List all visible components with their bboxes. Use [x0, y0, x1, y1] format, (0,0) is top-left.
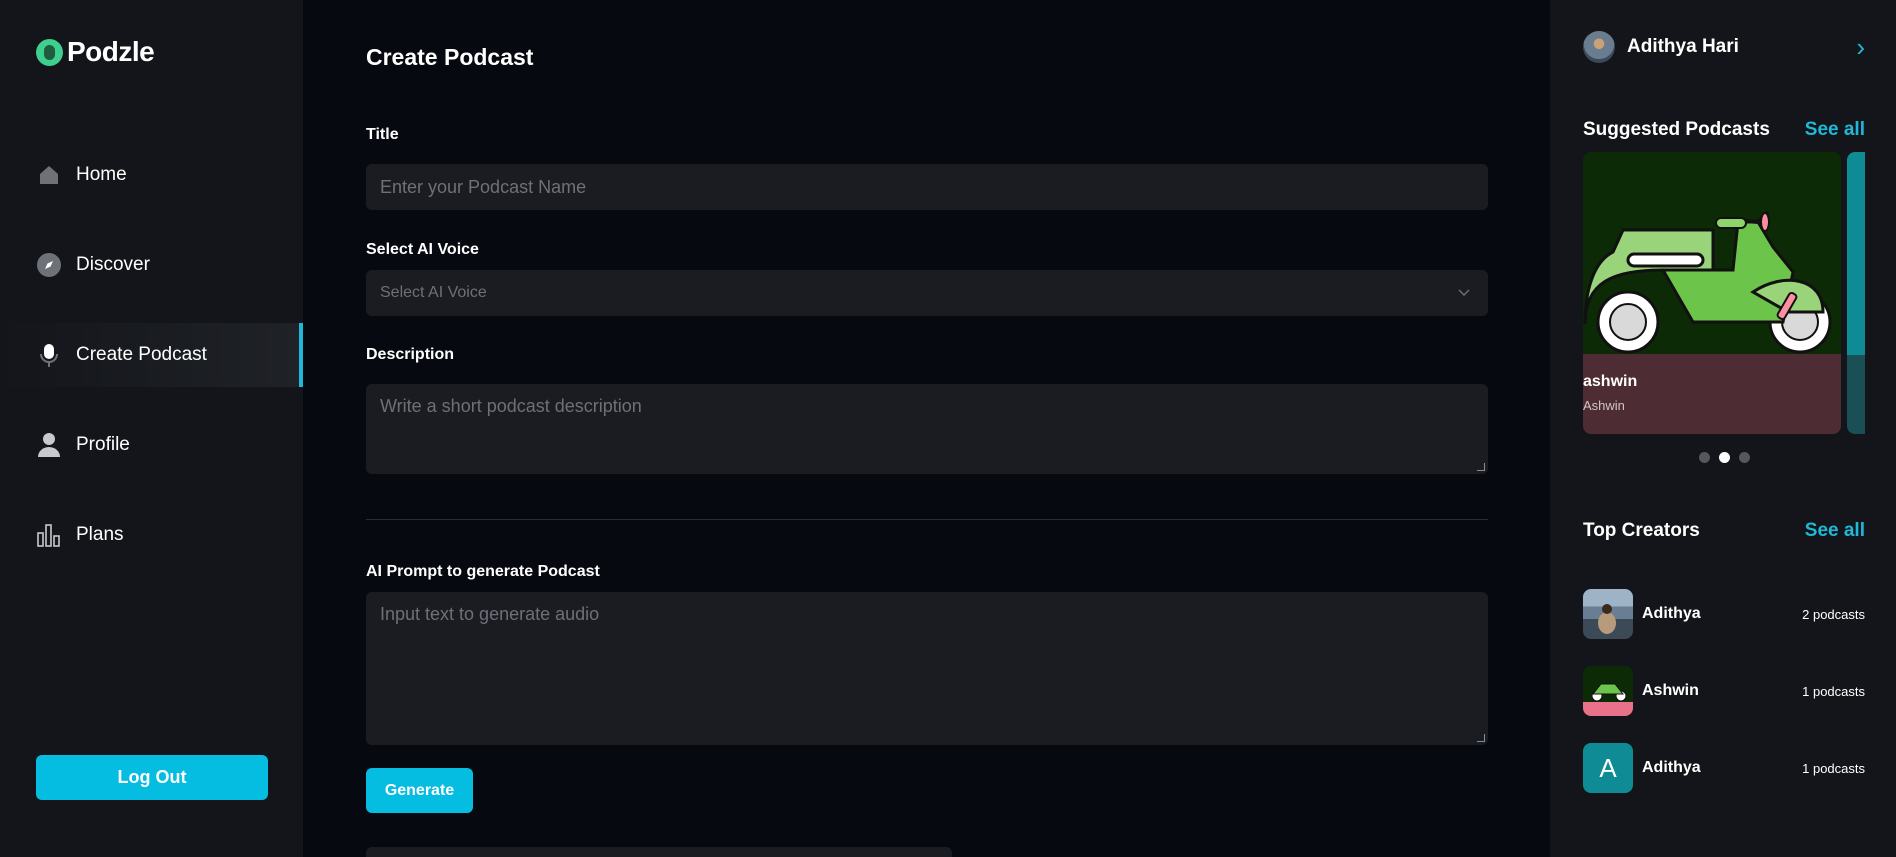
creator-avatar: A	[1583, 743, 1633, 793]
chevron-down-icon	[1458, 284, 1470, 302]
voice-label: Select AI Voice	[366, 241, 479, 258]
logo-icon	[36, 38, 63, 66]
user-profile-link[interactable]: Adithya Hari ›	[1583, 31, 1865, 63]
carousel-dot[interactable]	[1739, 452, 1750, 463]
section-divider	[366, 519, 1488, 520]
prompt-placeholder: Input text to generate audio	[380, 604, 600, 624]
carousel-dot[interactable]	[1699, 452, 1710, 463]
suggested-podcasts-title: Suggested Podcasts	[1583, 119, 1770, 140]
title-input[interactable]: Enter your Podcast Name	[366, 164, 1488, 210]
creator-avatar	[1583, 589, 1633, 639]
user-icon	[36, 432, 62, 458]
home-icon	[36, 162, 62, 188]
sidebar-item-label: Home	[76, 164, 127, 185]
bar-chart-icon	[36, 522, 62, 548]
logo[interactable]: Podzle	[36, 36, 155, 68]
title-label: Title	[366, 126, 399, 143]
creator-podcast-count: 2 podcasts	[1802, 606, 1865, 622]
creator-podcast-count: 1 podcasts	[1802, 683, 1865, 699]
podcast-title: ashwin	[1583, 373, 1638, 390]
creator-name: Adithya	[1642, 759, 1701, 776]
podcast-author: Ashwin	[1583, 398, 1625, 413]
prompt-label: AI Prompt to generate Podcast	[366, 563, 600, 580]
creator-row[interactable]: A Adithya 1 podcasts	[1583, 743, 1865, 793]
sidebar-item-home[interactable]: Home	[0, 143, 303, 207]
resize-handle-icon[interactable]	[1477, 734, 1485, 742]
resize-handle-icon[interactable]	[1477, 463, 1485, 471]
left-sidebar: Podzle Home Discover Create Podcast Prof…	[0, 0, 303, 857]
podcast-card-peek[interactable]	[1847, 152, 1865, 434]
sidebar-item-label: Create Podcast	[76, 344, 207, 365]
creator-name: Adithya	[1642, 605, 1701, 622]
voice-select-value: Select AI Voice	[380, 284, 487, 301]
logo-text: Podzle	[67, 36, 155, 67]
title-placeholder: Enter your Podcast Name	[380, 176, 587, 197]
user-name: Adithya Hari	[1627, 36, 1739, 57]
top-creators-title: Top Creators	[1583, 520, 1700, 541]
card-info-panel: ashwin Ashwin	[1583, 354, 1841, 434]
sidebar-item-profile[interactable]: Profile	[0, 413, 303, 477]
creator-row[interactable]: Adithya 2 podcasts	[1583, 589, 1865, 639]
sidebar-item-create-podcast[interactable]: Create Podcast	[0, 323, 303, 387]
creator-name: Ashwin	[1642, 682, 1699, 699]
carousel-dots	[1699, 452, 1750, 463]
scooter-illustration	[1583, 152, 1841, 354]
avatar-letter: A	[1599, 752, 1617, 783]
chevron-right-icon[interactable]: ›	[1856, 34, 1865, 60]
carousel-dot-active[interactable]	[1719, 452, 1730, 463]
voice-select[interactable]: Select AI Voice	[366, 270, 1488, 316]
sidebar-item-plans[interactable]: Plans	[0, 503, 303, 567]
see-all-creators-link[interactable]: See all	[1805, 520, 1865, 542]
prompt-textarea[interactable]: Input text to generate audio	[366, 592, 1488, 745]
sidebar-item-discover[interactable]: Discover	[0, 233, 303, 297]
podcast-card[interactable]: ashwin Ashwin	[1583, 152, 1841, 434]
creator-podcast-count: 1 podcasts	[1802, 760, 1865, 776]
compass-icon	[36, 252, 62, 278]
creator-row[interactable]: Ashwin 1 podcasts	[1583, 666, 1865, 716]
see-all-suggested-link[interactable]: See all	[1805, 119, 1865, 141]
right-sidebar: Adithya Hari › Suggested Podcasts See al…	[1550, 0, 1896, 857]
thumbnail-section-edge	[366, 847, 952, 857]
sidebar-item-label: Profile	[76, 434, 130, 455]
description-placeholder: Write a short podcast description	[380, 396, 642, 416]
logout-button[interactable]: Log Out	[36, 755, 268, 800]
description-textarea[interactable]: Write a short podcast description	[366, 384, 1488, 474]
microphone-icon	[36, 342, 62, 368]
creator-avatar	[1583, 666, 1633, 716]
description-label: Description	[366, 346, 455, 363]
page-title: Create Podcast	[366, 44, 534, 70]
generate-button[interactable]: Generate	[366, 768, 473, 813]
sidebar-item-label: Plans	[76, 524, 124, 545]
avatar	[1583, 31, 1615, 63]
sidebar-item-label: Discover	[76, 254, 150, 275]
